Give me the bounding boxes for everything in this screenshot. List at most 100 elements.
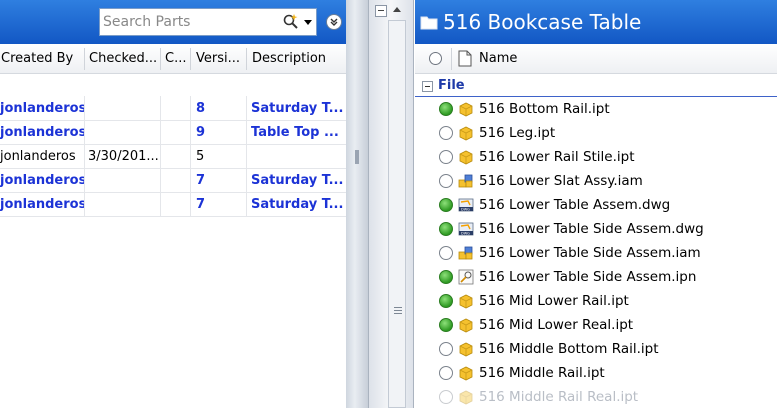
search-box[interactable] <box>99 8 317 36</box>
file-type-column-icon[interactable] <box>458 50 472 67</box>
file-row[interactable]: 516 Lower Rail Stile.ipt <box>415 145 777 169</box>
file-name: 516 Lower Rail Stile.ipt <box>479 149 635 165</box>
folder-icon <box>420 16 438 30</box>
cell-checked <box>88 121 160 145</box>
collapse-all-button[interactable] <box>375 5 387 17</box>
group-collapse-toggle[interactable] <box>422 81 433 92</box>
pane-splitter[interactable] <box>346 0 368 408</box>
file-row[interactable]: 516 Mid Lower Rail.ipt <box>415 289 777 313</box>
file-name: 516 Mid Lower Real.ipt <box>479 317 634 333</box>
status-green-icon <box>439 270 453 284</box>
search-icon[interactable] <box>282 13 300 31</box>
file-row[interactable]: DWG 516 Lower Table Assem.dwg <box>415 193 777 217</box>
status-green-icon <box>439 102 453 116</box>
column-divider[interactable] <box>451 48 452 70</box>
part-icon <box>458 125 474 141</box>
folder-title: 516 Bookcase Table <box>443 10 642 34</box>
search-dropdown-arrow[interactable] <box>304 20 312 25</box>
vault-browser-pane: Created By Checked... C... Versi... Desc… <box>0 0 346 408</box>
cell-checked <box>88 169 160 193</box>
column-divider[interactable] <box>160 48 161 70</box>
file-row[interactable]: 516 Middle Rail Real.ipt <box>415 385 777 408</box>
splitter-grip[interactable] <box>355 150 359 164</box>
svg-text:DWG: DWG <box>461 232 470 236</box>
column-header-name[interactable]: Name <box>479 44 517 74</box>
status-green-icon <box>439 318 453 332</box>
cell-created-by: jonlanderos <box>0 101 84 116</box>
status-empty-icon <box>439 366 453 380</box>
expand-button[interactable] <box>326 14 342 30</box>
cell-description: Saturday T... <box>251 197 344 212</box>
cell-description: Table Top ... <box>251 125 339 140</box>
file-name: 516 Lower Slat Assy.iam <box>479 173 643 189</box>
file-name: 516 Lower Table Assem.dwg <box>479 197 671 213</box>
drawing-icon: DWG <box>458 221 474 237</box>
group-label: File <box>438 78 465 93</box>
file-row[interactable]: 516 Mid Lower Real.ipt <box>415 313 777 337</box>
scroll-up-arrow-icon[interactable] <box>393 7 401 12</box>
column-divider[interactable] <box>84 48 85 70</box>
column-header-created-by[interactable]: Created By <box>0 44 84 74</box>
status-column-icon[interactable] <box>429 52 442 65</box>
part-icon <box>458 101 474 117</box>
table-row[interactable]: jonlanderos 7 Saturday T... <box>0 169 346 193</box>
file-row[interactable]: 516 Lower Table Side Assem.ipn <box>415 265 777 289</box>
status-green-icon <box>439 294 453 308</box>
table-row[interactable]: jonlanderos 8 Saturday T... <box>0 97 346 121</box>
file-name: 516 Lower Table Side Assem.dwg <box>479 221 704 237</box>
file-row[interactable]: 516 Lower Slat Assy.iam <box>415 169 777 193</box>
column-header-checked[interactable]: Checked... <box>88 44 160 74</box>
status-empty-icon <box>439 342 453 356</box>
status-green-icon <box>439 222 453 236</box>
status-empty-icon <box>439 126 453 140</box>
cell-checked: 3/30/201... <box>88 149 159 164</box>
drawing-icon: DWG <box>458 197 474 213</box>
status-empty-icon <box>439 390 453 404</box>
file-name: 516 Middle Rail Real.ipt <box>479 389 639 405</box>
status-empty-icon <box>439 150 453 164</box>
column-header-description[interactable]: Description <box>251 44 346 74</box>
table-row[interactable]: jonlanderos 9 Table Top ... <box>0 121 346 145</box>
file-row[interactable]: 516 Bottom Rail.ipt <box>415 97 777 121</box>
part-icon <box>458 365 474 381</box>
cell-checked <box>88 97 160 121</box>
file-name: 516 Lower Table Side Assem.iam <box>479 245 701 261</box>
assembly-icon <box>458 173 474 189</box>
column-divider[interactable] <box>246 48 247 70</box>
column-header-row: Created By Checked... C... Versi... Desc… <box>0 44 346 74</box>
file-name: 516 Bottom Rail.ipt <box>479 101 610 117</box>
table-row[interactable]: jonlanderos 7 Saturday T... <box>0 193 346 217</box>
search-input[interactable] <box>103 12 273 32</box>
column-header-version[interactable]: Versi... <box>195 44 245 74</box>
file-row[interactable]: 516 Middle Bottom Rail.ipt <box>415 337 777 361</box>
cell-checked <box>88 193 160 217</box>
cell-created-by: jonlanderos <box>0 149 76 164</box>
status-green-icon <box>439 198 453 212</box>
column-header-c[interactable]: C... <box>164 44 190 74</box>
presentation-icon <box>458 269 474 285</box>
group-header-file[interactable]: File <box>415 75 777 97</box>
scrollbar-grip[interactable] <box>394 307 402 315</box>
cell-version: 9 <box>196 125 206 140</box>
part-icon <box>458 317 474 333</box>
cell-created-by: jonlanderos <box>0 173 84 188</box>
file-name: 516 Leg.ipt <box>479 125 556 141</box>
file-list-pane: 516 Bookcase Table Name File 516 Bottom … <box>415 0 777 408</box>
file-name: 516 Middle Rail.ipt <box>479 365 605 381</box>
part-icon <box>458 341 474 357</box>
cell-version: 8 <box>196 101 206 116</box>
table-row[interactable]: jonlanderos 3/30/201... 5 <box>0 145 346 169</box>
file-name: 516 Mid Lower Rail.ipt <box>479 293 629 309</box>
part-icon <box>458 389 474 405</box>
right-header-bar: 516 Bookcase Table <box>415 0 777 44</box>
part-icon <box>458 149 474 165</box>
file-row[interactable]: 516 Lower Table Side Assem.iam <box>415 241 777 265</box>
left-header-bar <box>0 0 346 44</box>
file-row[interactable]: DWG 516 Lower Table Side Assem.dwg <box>415 217 777 241</box>
column-divider[interactable] <box>190 48 191 70</box>
file-row[interactable]: 516 Leg.ipt <box>415 121 777 145</box>
file-row[interactable]: 516 Middle Rail.ipt <box>415 361 777 385</box>
scrollbar-thumb[interactable] <box>388 20 406 408</box>
double-chevron-down-icon <box>330 18 338 26</box>
cell-version: 5 <box>196 149 205 164</box>
